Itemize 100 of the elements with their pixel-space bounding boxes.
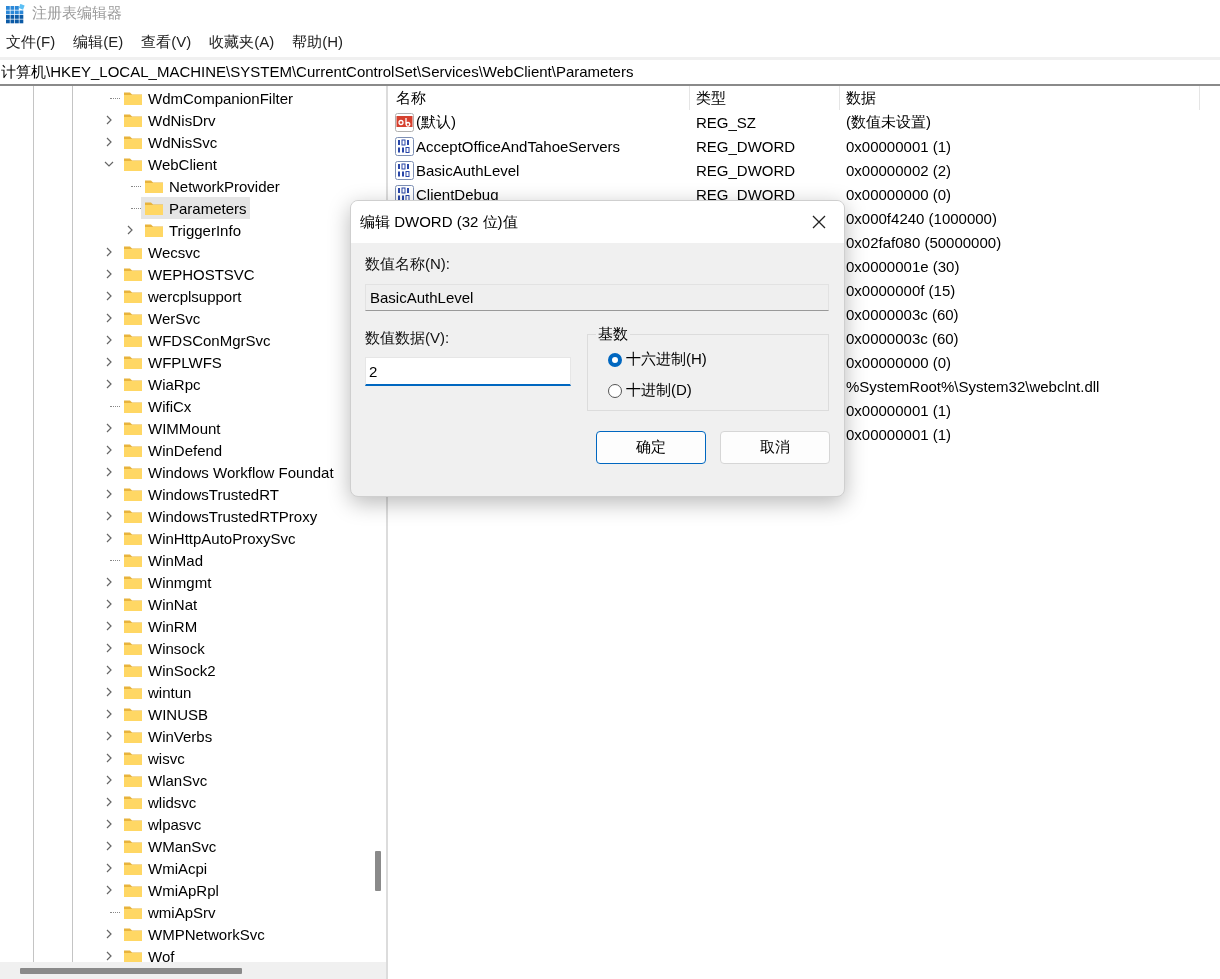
menu-item[interactable]: 编辑(E) [73, 32, 124, 52]
chevron-right-icon[interactable] [104, 819, 114, 829]
tree-item[interactable]: WFDSConMgrSvc [120, 329, 274, 351]
tree-item[interactable]: WEPHOSTSVC [120, 263, 258, 285]
chevron-right-icon[interactable] [104, 929, 114, 939]
tree-item[interactable]: WmiAcpi [120, 857, 211, 879]
tree-item[interactable]: WdNisSvc [120, 131, 221, 153]
value-name: (默认) [416, 112, 456, 132]
tree-item[interactable]: NetworkProvider [141, 175, 283, 197]
menu-item[interactable]: 帮助(H) [292, 32, 343, 52]
tree-item[interactable]: WinRM [120, 615, 201, 637]
chevron-right-icon[interactable] [104, 797, 114, 807]
tree-item[interactable]: TriggerInfo [141, 219, 244, 241]
value-data: 0x02faf080 (50000000) [845, 233, 1002, 251]
chevron-right-icon[interactable] [104, 291, 114, 301]
folder-icon [123, 464, 143, 480]
chevron-right-icon[interactable] [104, 335, 114, 345]
tree-item[interactable]: WIMMount [120, 417, 224, 439]
chevron-right-icon[interactable] [104, 533, 114, 543]
chevron-right-icon[interactable] [104, 115, 114, 125]
chevron-right-icon[interactable] [104, 687, 114, 697]
column-header[interactable]: 类型 [690, 86, 840, 110]
column-header[interactable]: 数据 [840, 86, 1200, 110]
menu-item[interactable]: 收藏夹(A) [209, 32, 275, 52]
chevron-right-icon[interactable] [104, 599, 114, 609]
chevron-right-icon[interactable] [104, 445, 114, 455]
tree-item[interactable]: Winmgmt [120, 571, 215, 593]
tree-item[interactable]: WinNat [120, 593, 201, 615]
scrollbar-thumb[interactable] [375, 851, 381, 891]
tree-item[interactable]: Parameters [141, 197, 250, 219]
tree-item[interactable]: wlidsvc [120, 791, 200, 813]
chevron-right-icon[interactable] [104, 621, 114, 631]
chevron-down-icon[interactable] [104, 159, 114, 169]
tree-item[interactable]: WinHttpAutoProxySvc [120, 527, 299, 549]
tree-item[interactable]: Wof [120, 945, 178, 962]
tree-item[interactable]: wercplsupport [120, 285, 245, 307]
value-data: 0x00000000 (0) [845, 353, 952, 371]
chevron-right-icon[interactable] [104, 951, 114, 961]
chevron-right-icon[interactable] [104, 665, 114, 675]
tree-item[interactable]: WinVerbs [120, 725, 216, 747]
folder-icon [123, 750, 143, 766]
chevron-right-icon[interactable] [125, 225, 135, 235]
tree-item[interactable]: WindowsTrustedRT [120, 483, 282, 505]
folder-icon [123, 244, 143, 260]
folder-icon [123, 662, 143, 678]
tree-item[interactable]: WindowsTrustedRTProxy [120, 505, 321, 527]
radio-icon[interactable] [608, 383, 622, 398]
tree-item[interactable]: wisvc [120, 747, 188, 769]
tree-item[interactable]: WinDefend [120, 439, 226, 461]
chevron-right-icon[interactable] [104, 841, 114, 851]
chevron-right-icon[interactable] [104, 753, 114, 763]
tree-item[interactable]: Wecsvc [120, 241, 204, 263]
chevron-right-icon[interactable] [104, 357, 114, 367]
tree-item[interactable]: wmiApSrv [120, 901, 219, 923]
cancel-button[interactable]: 取消 [720, 431, 830, 464]
chevron-right-icon[interactable] [104, 885, 114, 895]
tree-item[interactable]: WerSvc [120, 307, 204, 329]
tree-item[interactable]: WdmCompanionFilter [120, 87, 297, 109]
ok-button[interactable]: 确定 [596, 431, 706, 464]
chevron-right-icon[interactable] [104, 423, 114, 433]
tree-item[interactable]: WinMad [120, 549, 206, 571]
chevron-right-icon[interactable] [104, 511, 114, 521]
chevron-right-icon[interactable] [104, 269, 114, 279]
menu-item[interactable]: 文件(F) [6, 32, 56, 52]
radio-option[interactable]: 十进制(D) [608, 381, 808, 400]
chevron-right-icon[interactable] [104, 775, 114, 785]
chevron-right-icon[interactable] [104, 731, 114, 741]
tree-item[interactable]: WifiCx [120, 395, 195, 417]
chevron-right-icon[interactable] [104, 137, 114, 147]
tree-item[interactable]: WmiApRpl [120, 879, 222, 901]
tree-item[interactable]: Winsock [120, 637, 208, 659]
tree-item[interactable]: WFPLWFS [120, 351, 225, 373]
tree-item[interactable]: WlanSvc [120, 769, 211, 791]
column-header[interactable]: 名称 [390, 86, 690, 110]
tree-item[interactable]: WMPNetworkSvc [120, 923, 268, 945]
radio-option[interactable]: 十六进制(H) [608, 350, 808, 369]
chevron-right-icon[interactable] [104, 489, 114, 499]
tree-item[interactable]: Windows Workflow Foundat [120, 461, 337, 483]
radio-icon[interactable] [608, 352, 622, 367]
chevron-right-icon[interactable] [104, 863, 114, 873]
tree-item[interactable]: WiaRpc [120, 373, 204, 395]
tree-item[interactable]: WINUSB [120, 703, 211, 725]
tree-item[interactable]: wlpasvc [120, 813, 205, 835]
chevron-right-icon[interactable] [104, 643, 114, 653]
tree-item[interactable]: WinSock2 [120, 659, 219, 681]
chevron-right-icon[interactable] [104, 577, 114, 587]
tree-item[interactable]: WManSvc [120, 835, 220, 857]
chevron-right-icon[interactable] [104, 467, 114, 477]
value-data-field[interactable]: 2 [365, 357, 571, 386]
chevron-right-icon[interactable] [104, 379, 114, 389]
value-name-field[interactable]: BasicAuthLevel [365, 284, 829, 311]
chevron-right-icon[interactable] [104, 709, 114, 719]
menu-item[interactable]: 查看(V) [141, 32, 192, 52]
tree-item[interactable]: wintun [120, 681, 195, 703]
scrollbar-thumb[interactable] [20, 967, 242, 974]
chevron-right-icon[interactable] [104, 247, 114, 257]
chevron-right-icon[interactable] [104, 313, 114, 323]
tree-item[interactable]: WebClient [120, 153, 220, 175]
tree-item[interactable]: WdNisDrv [120, 109, 219, 131]
close-icon [812, 215, 826, 229]
